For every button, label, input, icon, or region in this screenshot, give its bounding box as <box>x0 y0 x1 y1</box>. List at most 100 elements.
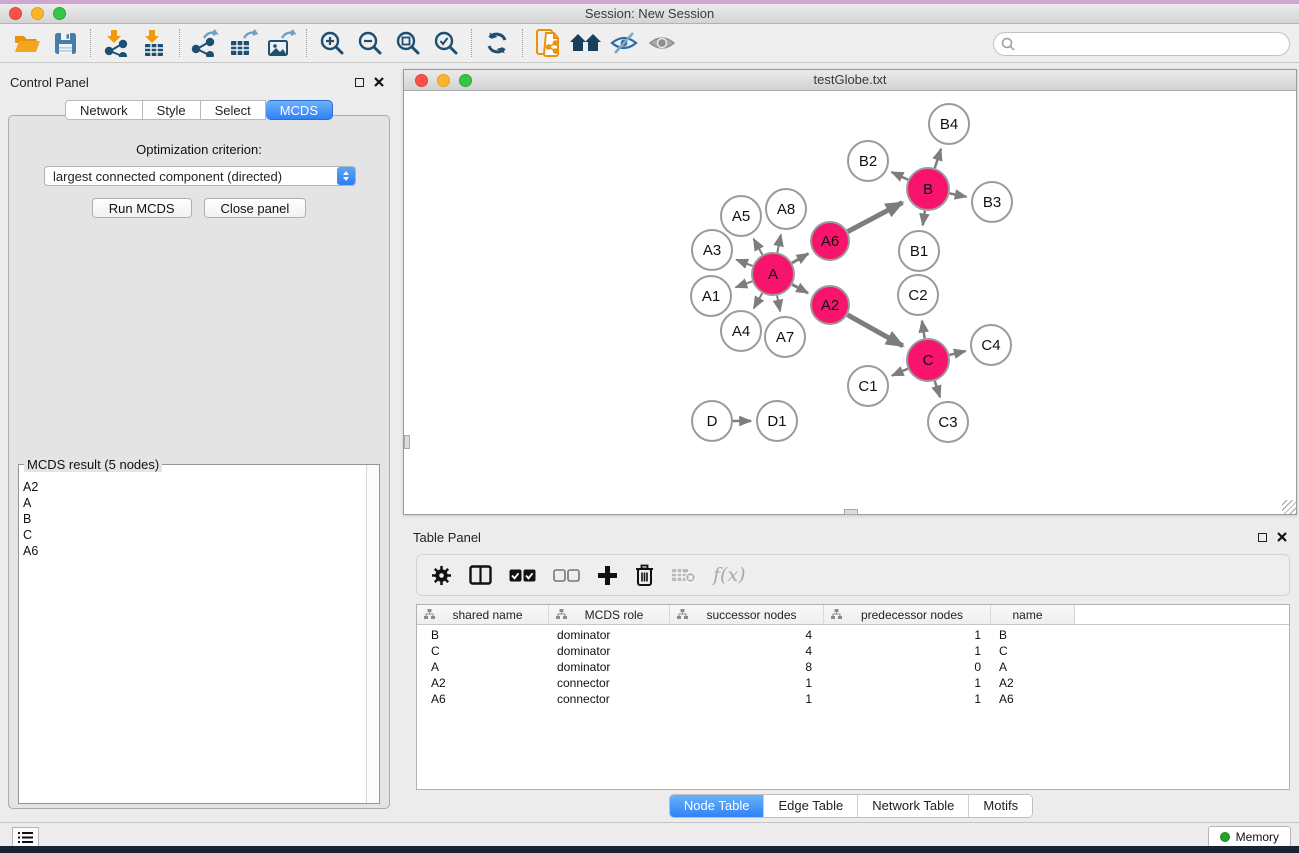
table-row[interactable]: Bdominator41B <box>417 627 1289 643</box>
graph-node-A[interactable]: A <box>752 253 794 295</box>
graph-edge-B-B3[interactable] <box>950 193 967 196</box>
graph-edge-B-B4[interactable] <box>935 149 941 168</box>
table-row[interactable]: Cdominator41C <box>417 643 1289 659</box>
first-neighbors-button[interactable] <box>567 26 605 60</box>
graph-edge-A6-B[interactable] <box>848 203 903 232</box>
mcds-result-item[interactable]: A6 <box>23 543 366 559</box>
graph-node-C2[interactable]: C2 <box>898 275 938 315</box>
close-panel-button[interactable]: Close panel <box>204 198 307 218</box>
graph-edge-C-C4[interactable] <box>949 351 965 355</box>
mcds-list-scrollbar[interactable] <box>366 465 379 803</box>
column-header-name[interactable]: name <box>991 605 1075 624</box>
open-session-button[interactable] <box>8 26 46 60</box>
clone-network-button[interactable] <box>529 26 567 60</box>
table-settings-gear-icon[interactable] <box>431 565 452 586</box>
graph-node-A7[interactable]: A7 <box>765 317 805 357</box>
graph-node-A2[interactable]: A2 <box>811 286 849 324</box>
mcds-result-item[interactable]: A2 <box>23 479 366 495</box>
zoom-selected-button[interactable] <box>427 26 465 60</box>
criterion-dropdown[interactable]: largest connected component (directed) <box>44 166 356 186</box>
mcds-result-item[interactable]: A <box>23 495 366 511</box>
graph-node-B2[interactable]: B2 <box>848 141 888 181</box>
table-row[interactable]: A2connector11A2 <box>417 675 1289 691</box>
graph-node-B3[interactable]: B3 <box>972 182 1012 222</box>
function-builder-icon[interactable]: f(x) <box>713 564 746 586</box>
close-panel-icon[interactable] <box>1277 532 1287 542</box>
column-header-shared-name[interactable]: shared name <box>417 605 549 624</box>
tab-network[interactable]: Network <box>65 100 143 120</box>
search-input[interactable] <box>993 32 1290 56</box>
graph-node-D[interactable]: D <box>692 401 732 441</box>
tab-node-table[interactable]: Node Table <box>670 795 764 817</box>
column-header-successor-nodes[interactable]: successor nodes <box>670 605 824 624</box>
import-network-button[interactable] <box>97 26 135 60</box>
delete-table-icon[interactable] <box>671 567 696 583</box>
export-network-button[interactable] <box>186 26 224 60</box>
save-session-button[interactable] <box>46 26 84 60</box>
tab-mcds[interactable]: MCDS <box>266 100 333 120</box>
graph-edge-A-A4[interactable] <box>754 293 763 308</box>
tab-style[interactable]: Style <box>143 100 201 120</box>
trash-icon[interactable] <box>635 564 654 586</box>
graph-edge-A-A3[interactable] <box>736 260 752 266</box>
window-resize-grip[interactable] <box>1282 500 1296 514</box>
tab-select[interactable]: Select <box>201 100 266 120</box>
show-all-button[interactable] <box>643 26 681 60</box>
tab-motifs[interactable]: Motifs <box>968 795 1032 817</box>
table-row[interactable]: Adominator80A <box>417 659 1289 675</box>
graph-edge-C-C3[interactable] <box>935 381 940 397</box>
graph-edge-A-A8[interactable] <box>777 234 781 252</box>
import-table-button[interactable] <box>135 26 173 60</box>
zoom-out-button[interactable] <box>351 26 389 60</box>
table-row[interactable]: A6connector11A6 <box>417 691 1289 707</box>
graph-node-C4[interactable]: C4 <box>971 325 1011 365</box>
graph-node-C3[interactable]: C3 <box>928 402 968 442</box>
graph-node-A3[interactable]: A3 <box>692 230 732 270</box>
graph-node-A4[interactable]: A4 <box>721 311 761 351</box>
run-mcds-button[interactable]: Run MCDS <box>92 198 192 218</box>
graph-node-A5[interactable]: A5 <box>721 196 761 236</box>
panel-grabber-bottom[interactable] <box>844 509 858 515</box>
graph-edge-A-A6[interactable] <box>792 254 808 263</box>
graph-edge-B-B2[interactable] <box>892 172 909 180</box>
graph-node-B[interactable]: B <box>907 168 949 210</box>
memory-button[interactable]: Memory <box>1208 826 1291 848</box>
graph-node-C[interactable]: C <box>907 339 949 381</box>
float-panel-icon[interactable] <box>1258 533 1267 542</box>
graph-node-B4[interactable]: B4 <box>929 104 969 144</box>
column-header-MCDS-role[interactable]: MCDS role <box>549 605 670 624</box>
graph-edge-C-C2[interactable] <box>922 321 925 339</box>
mcds-result-item[interactable]: C <box>23 527 366 543</box>
apply-layout-button[interactable] <box>478 26 516 60</box>
graph-node-A8[interactable]: A8 <box>766 189 806 229</box>
graph-node-B1[interactable]: B1 <box>899 231 939 271</box>
graph-edge-B-B1[interactable] <box>923 211 925 225</box>
graph-edge-A-A1[interactable] <box>736 281 753 287</box>
panel-list-button[interactable] <box>12 827 39 848</box>
zoom-in-button[interactable] <box>313 26 351 60</box>
float-panel-icon[interactable] <box>355 78 364 87</box>
graph-node-A6[interactable]: A6 <box>811 222 849 260</box>
close-panel-icon[interactable] <box>374 77 384 87</box>
column-options-icon[interactable] <box>469 565 492 585</box>
panel-grabber-left[interactable] <box>404 435 410 449</box>
export-table-button[interactable] <box>224 26 262 60</box>
graph-node-C1[interactable]: C1 <box>848 366 888 406</box>
graph-edge-C-C1[interactable] <box>892 369 908 376</box>
network-canvas[interactable]: B4 B2 B B3 A5A8A6 A3 B1 A A1 C2 A2 A4A7 C4 C C1 C3 D D1 <box>404 91 1296 514</box>
column-header-predecessor-nodes[interactable]: predecessor nodes <box>824 605 991 624</box>
select-all-icon[interactable] <box>509 569 536 582</box>
add-icon[interactable] <box>597 565 618 586</box>
export-image-button[interactable] <box>262 26 300 60</box>
graph-edge-A-A5[interactable] <box>754 239 763 255</box>
deselect-all-icon[interactable] <box>553 569 580 582</box>
mcds-result-item[interactable]: B <box>23 511 366 527</box>
graph-edge-A-A7[interactable] <box>777 296 780 312</box>
graph-edge-A-A2[interactable] <box>792 285 808 294</box>
hide-selected-button[interactable] <box>605 26 643 60</box>
graph-node-A1[interactable]: A1 <box>691 276 731 316</box>
tab-network-table[interactable]: Network Table <box>857 795 968 817</box>
graph-node-D1[interactable]: D1 <box>757 401 797 441</box>
graph-edge-A2-C[interactable] <box>847 315 902 346</box>
zoom-fit-button[interactable] <box>389 26 427 60</box>
